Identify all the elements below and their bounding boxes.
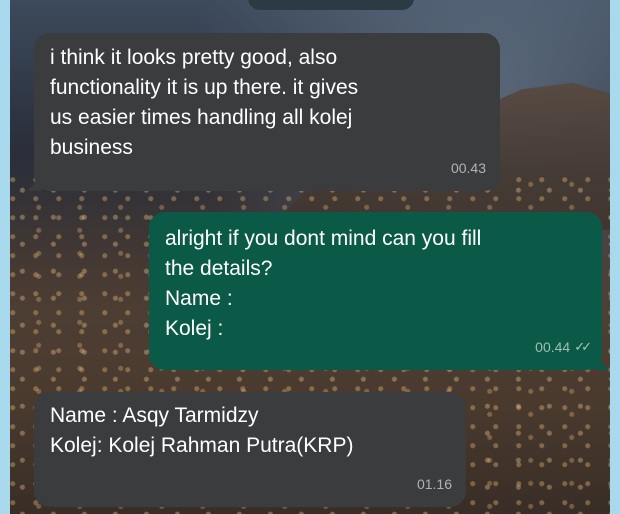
message-time: 00.43 bbox=[450, 160, 486, 176]
chat-background: i think it looks pretty good, also funct… bbox=[10, 0, 610, 514]
message-bubble-incoming[interactable]: i think it looks pretty good, also funct… bbox=[27, 33, 500, 191]
message-meta: 00.43 bbox=[451, 153, 486, 183]
message-meta: 01.16 bbox=[417, 469, 452, 499]
message-text: alright if you dont mind can you fill th… bbox=[165, 227, 482, 340]
message-time: 00.44 bbox=[535, 339, 571, 355]
double-check-icon: ✓✓ bbox=[574, 339, 592, 354]
message-bubble-outgoing[interactable]: alright if you dont mind can you fill th… bbox=[149, 212, 609, 370]
message-meta: 00.44 ✓✓ bbox=[535, 332, 592, 362]
message-text: Name : Asqy Tarmidzy Kolej: Kolej Rahman… bbox=[50, 404, 354, 457]
message-time: 01.16 bbox=[416, 476, 452, 492]
message-bubble-incoming[interactable]: Name : Asqy Tarmidzy Kolej: Kolej Rahman… bbox=[34, 392, 466, 507]
date-pill bbox=[248, 0, 414, 10]
message-text: i think it looks pretty good, also funct… bbox=[50, 46, 359, 159]
